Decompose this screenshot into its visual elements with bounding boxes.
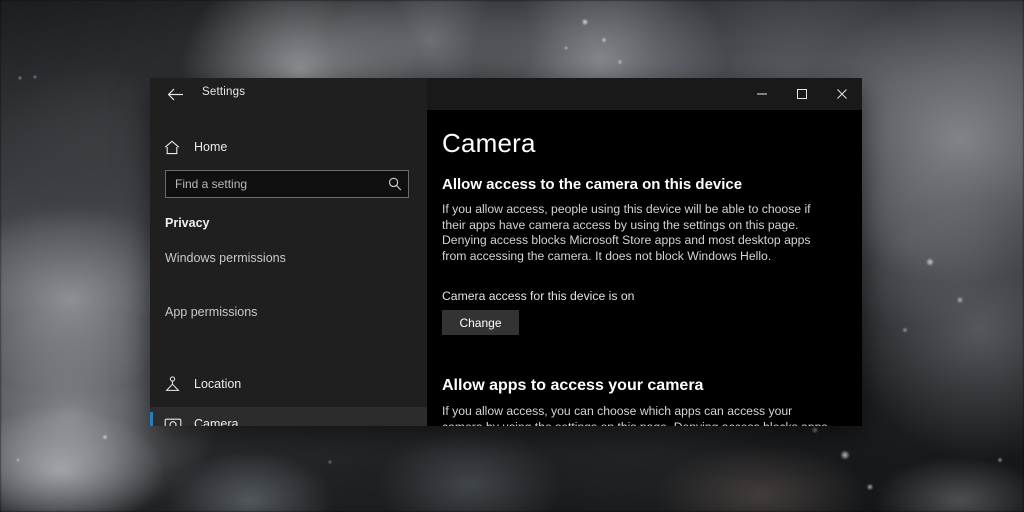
- camera-access-status: Camera access for this device is on: [442, 289, 634, 303]
- window-titlebar: Settings: [150, 78, 862, 110]
- titlebar-left-pane: [150, 78, 427, 110]
- sidebar-item-windows-permissions[interactable]: Windows permissions: [165, 251, 286, 265]
- sidebar-item-app-permissions[interactable]: App permissions: [165, 305, 257, 319]
- settings-content: Camera Allow access to the camera on thi…: [427, 110, 862, 426]
- screen: Settings: [0, 0, 1024, 512]
- camera-icon: [164, 417, 194, 427]
- page-title: Camera: [442, 128, 536, 159]
- window-controls: [742, 78, 862, 110]
- sidebar-item-location[interactable]: Location: [150, 367, 427, 401]
- location-icon: [164, 376, 194, 392]
- section-heading-app-access: Allow apps to access your camera: [442, 377, 703, 395]
- search-input[interactable]: [166, 177, 382, 191]
- sidebar-item-home-label: Home: [194, 140, 227, 154]
- section-body-app-access: If you allow access, you can choose whic…: [442, 404, 832, 426]
- section-body-device-access: If you allow access, people using this d…: [442, 202, 832, 264]
- settings-sidebar: Home Privacy Windows permissions App per…: [150, 110, 427, 426]
- search-box[interactable]: [165, 170, 409, 198]
- home-icon: [164, 140, 194, 155]
- section-heading-device-access: Allow access to the camera on this devic…: [442, 176, 742, 193]
- close-button[interactable]: [822, 78, 862, 110]
- sidebar-item-home[interactable]: Home: [150, 130, 427, 164]
- back-arrow-icon[interactable]: [162, 83, 188, 105]
- maximize-button[interactable]: [782, 78, 822, 110]
- change-button[interactable]: Change: [442, 310, 519, 335]
- search-icon[interactable]: [382, 177, 408, 191]
- minimize-button[interactable]: [742, 78, 782, 110]
- sidebar-item-location-label: Location: [194, 377, 241, 391]
- sidebar-group-privacy: Privacy: [165, 216, 209, 230]
- sidebar-item-camera[interactable]: Camera: [150, 407, 427, 426]
- window-title: Settings: [202, 86, 245, 98]
- sidebar-item-camera-label: Camera: [194, 417, 238, 426]
- settings-window: Settings: [150, 78, 862, 426]
